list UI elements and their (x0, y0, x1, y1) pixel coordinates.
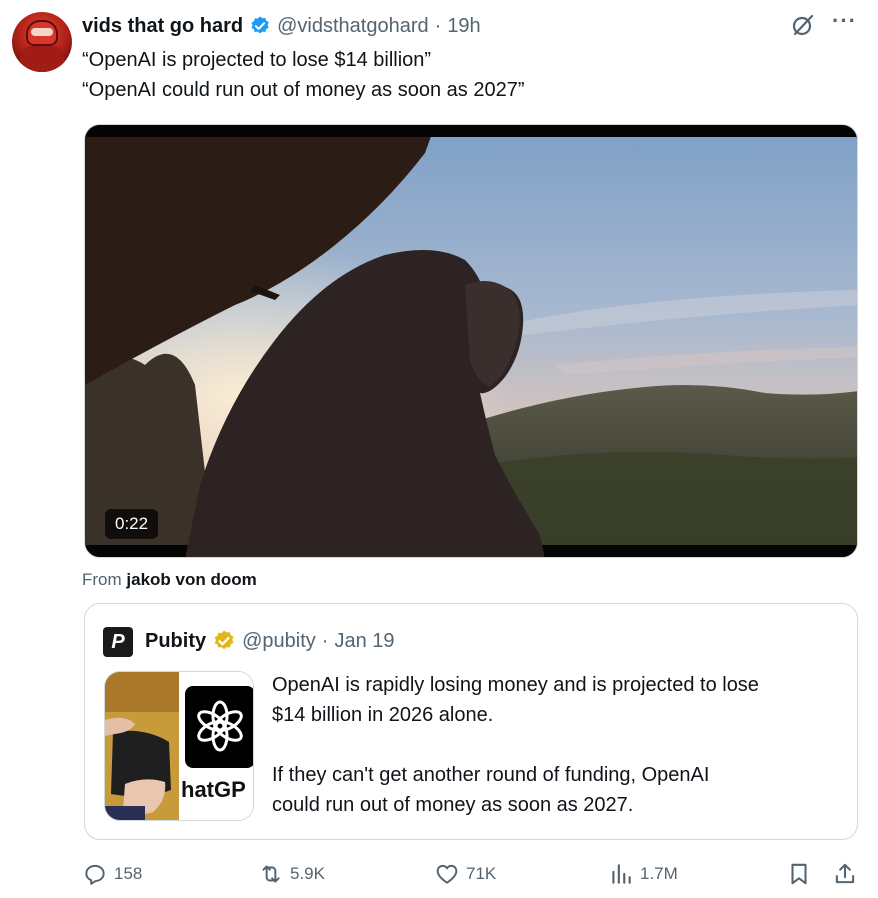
author-display-name[interactable]: vids that go hard (82, 15, 243, 38)
bookmark-button[interactable] (786, 858, 812, 890)
like-count: 71K (466, 864, 497, 883)
video-frame (85, 125, 857, 557)
grok-icon[interactable] (790, 12, 816, 38)
action-bar: 158 5.9K 71K 1.7M (0, 858, 878, 890)
repost-count: 5.9K (290, 864, 325, 883)
quoted-tweet[interactable]: P Pubity @pubity · Jan 19 hatGP OpenAI i… (84, 603, 858, 840)
reply-icon (85, 864, 105, 885)
more-icon[interactable]: ··· (832, 10, 858, 34)
like-button[interactable]: 71K (434, 858, 496, 890)
quote-paragraph: If they can't get another round of fundi… (272, 760, 852, 820)
share-button[interactable] (832, 858, 858, 890)
tweet-text: “OpenAI is projected to lose $14 billion… (82, 45, 842, 105)
quote-display-name[interactable]: Pubity (145, 630, 206, 653)
tweet-text-line: “OpenAI is projected to lose $14 billion… (82, 49, 432, 71)
avatar-body (20, 46, 64, 72)
reply-button[interactable]: 158 (82, 858, 142, 890)
views-icon (612, 864, 631, 884)
video-attribution: From jakob von doom (82, 570, 257, 590)
from-name[interactable]: jakob von doom (126, 570, 256, 589)
quote-date[interactable]: Jan 19 (334, 630, 394, 653)
quote-text: OpenAI is rapidly losing money and is pr… (272, 670, 852, 820)
views-button[interactable]: 1.7M (608, 858, 678, 890)
quote-text-line: $14 billion in 2026 alone. (272, 704, 494, 726)
views-count: 1.7M (640, 864, 678, 883)
tweet-header: vids that go hard @vidsthatgohard · 19h (82, 12, 858, 40)
video-player[interactable]: 0:22 (84, 124, 858, 558)
like-icon (436, 864, 458, 884)
thumbnail-caption: hatGP (181, 777, 246, 802)
quote-text-line: could run out of money as soon as 2027. (272, 794, 634, 816)
quote-handle[interactable]: @pubity (242, 630, 316, 653)
author-handle[interactable]: @vidsthatgohard (277, 15, 429, 38)
repost-button[interactable]: 5.9K (258, 858, 325, 890)
video-duration: 0:22 (105, 509, 159, 539)
author-avatar[interactable] (12, 12, 72, 72)
from-prefix: From (82, 570, 122, 589)
quote-separator: · (321, 629, 329, 652)
quote-paragraph: OpenAI is rapidly losing money and is pr… (272, 670, 852, 730)
quote-header: Pubity @pubity · Jan 19 (145, 626, 395, 656)
header-separator: · (434, 14, 442, 37)
repost-icon (262, 865, 280, 883)
verified-badge-icon (214, 630, 234, 650)
quote-thumbnail[interactable]: hatGP (104, 671, 254, 821)
quote-text-line: If they can't get another round of fundi… (272, 764, 710, 786)
avatar-visor (31, 28, 53, 36)
bookmark-icon (791, 863, 807, 885)
reply-count: 158 (114, 864, 143, 883)
quote-avatar[interactable]: P (103, 627, 133, 657)
tweet-text-line: “OpenAI could run out of money as soon a… (82, 79, 525, 101)
quote-text-line: OpenAI is rapidly losing money and is pr… (272, 674, 759, 696)
tweet-time[interactable]: 19h (447, 15, 480, 38)
quote-thumbnail-image: hatGP (105, 672, 253, 820)
share-icon (835, 863, 855, 884)
verified-badge-icon (251, 16, 269, 34)
